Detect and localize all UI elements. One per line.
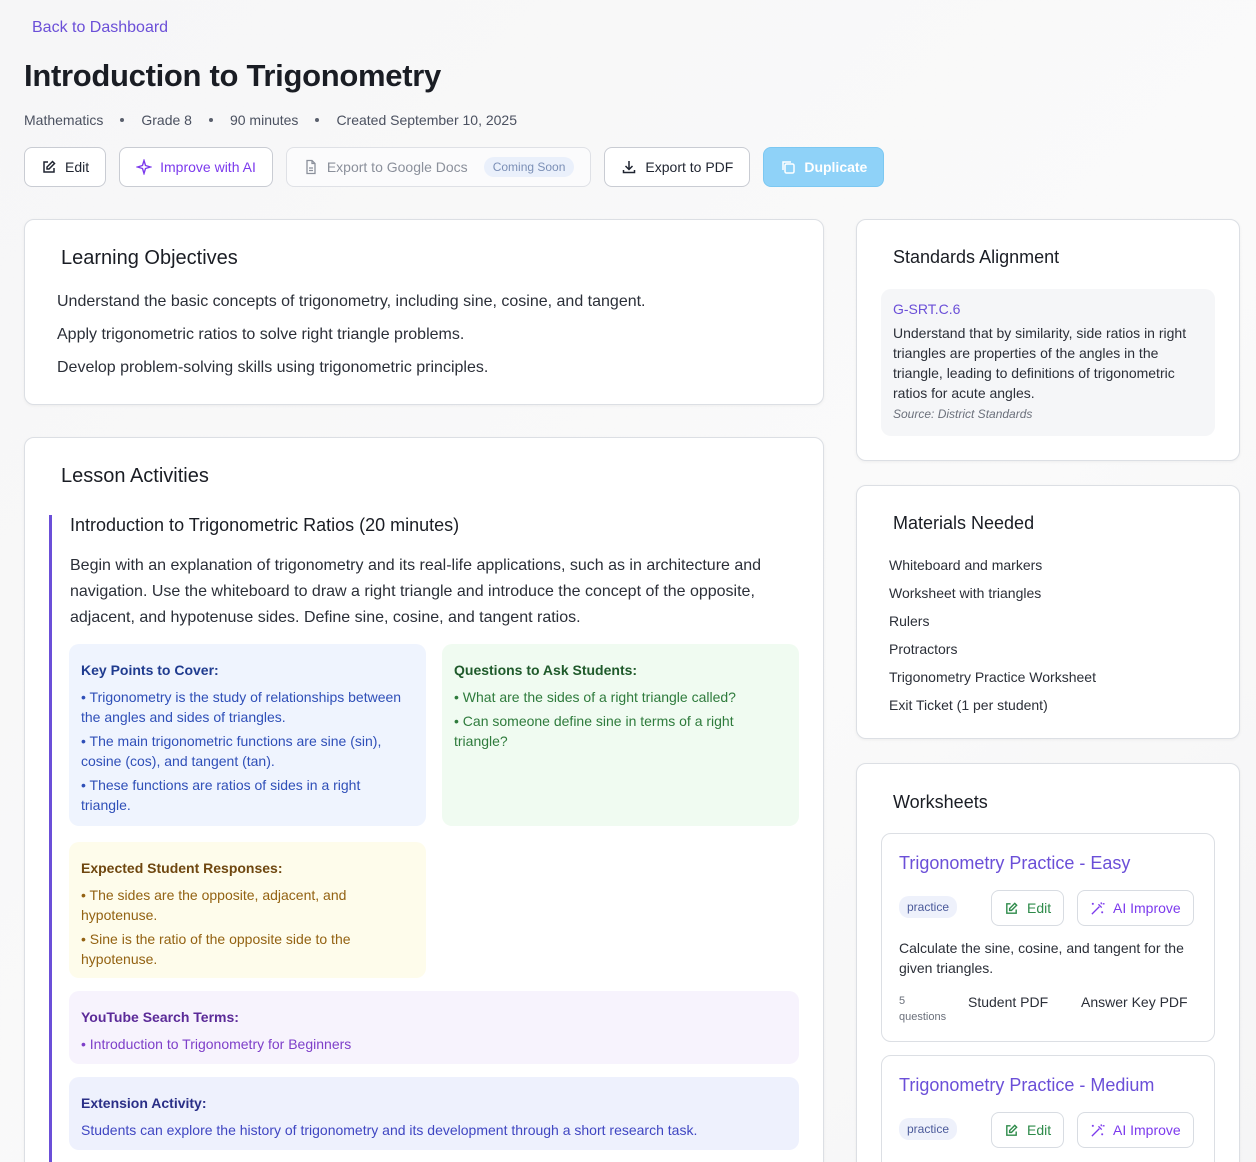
document-icon (306, 159, 316, 175)
worksheet-edit-label: Edit (1027, 1122, 1052, 1138)
material-item: Rulers (889, 613, 930, 629)
worksheet-tag: practice (899, 1118, 958, 1140)
duplicate-label: Duplicate (804, 159, 868, 175)
response-item: The sides are the opposite, adjacent, an… (81, 885, 414, 925)
youtube-search-title: YouTube Search Terms: (81, 1009, 239, 1025)
question-item: What are the sides of a right triangle c… (454, 687, 787, 707)
questions-box: Questions to Ask Students: What are the … (442, 644, 799, 826)
standards-alignment-title: Standards Alignment (893, 247, 1060, 267)
material-item: Protractors (889, 641, 958, 657)
worksheet-question-count: 5 questions (899, 993, 959, 1025)
key-point-item: These functions are ratios of sides in a… (81, 775, 414, 815)
objectives-list: Understand the basic concepts of trigono… (57, 292, 646, 391)
worksheets-card: Worksheets Trigonometry Practice - Easy … (856, 763, 1240, 1162)
extension-activity-box: Extension Activity: Students can explore… (69, 1077, 799, 1150)
key-point-item: Trigonometry is the study of relationshi… (81, 687, 414, 727)
material-item: Whiteboard and markers (889, 557, 1043, 573)
meta-subject: Mathematics (24, 112, 104, 128)
expected-responses-title: Expected Student Responses: (81, 860, 283, 876)
standard-code: G-SRT.C.6 (893, 301, 961, 317)
key-point-item: The main trigonometric functions are sin… (81, 731, 414, 771)
standard-source: Source: District Standards (893, 407, 1033, 421)
worksheet-item: Trigonometry Practice - Easy practice Ed… (881, 833, 1215, 1042)
edit-icon (1006, 1123, 1018, 1136)
material-item: Trigonometry Practice Worksheet (889, 669, 1096, 685)
objective-item: Understand the basic concepts of trigono… (57, 293, 646, 310)
export-google-docs-label: Export to Google Docs (326, 159, 468, 175)
coming-soon-badge: Coming Soon (483, 157, 575, 177)
edit-button-label: Edit (65, 159, 90, 175)
materials-needed-card: Materials Needed Whiteboard and markers … (856, 485, 1240, 739)
export-pdf-label: Export to PDF (645, 159, 734, 175)
material-item: Worksheet with triangles (889, 585, 1042, 601)
objective-item: Develop problem-solving skills using tri… (57, 359, 489, 376)
worksheet-ai-improve-button[interactable]: AI Improve (1077, 890, 1194, 926)
standard-text: Understand that by similarity, side rati… (893, 325, 1187, 401)
response-item: Sine is the ratio of the opposite side t… (81, 929, 414, 969)
lesson-activities-title: Lesson Activities (61, 465, 209, 487)
objective-item: Apply trigonometric ratios to solve righ… (57, 326, 465, 343)
worksheet-title[interactable]: Trigonometry Practice - Easy (899, 853, 1130, 874)
question-item: Can someone define sine in terms of a ri… (454, 711, 787, 751)
improve-with-ai-label: Improve with AI (160, 159, 256, 175)
meta-grade: Grade 8 (141, 112, 192, 128)
answer-key-pdf-button[interactable]: Answer Key PDF (1081, 994, 1188, 1010)
extension-activity-title: Extension Activity: (81, 1095, 207, 1111)
question-count-number: 5 (899, 995, 906, 1007)
edit-icon (1006, 901, 1018, 914)
learning-objectives-card: Learning Objectives Understand the basic… (24, 219, 824, 405)
meta-separator (208, 118, 213, 122)
standards-alignment-card: Standards Alignment G-SRT.C.6 Understand… (856, 219, 1240, 461)
worksheet-ai-improve-button[interactable]: AI Improve (1077, 1112, 1194, 1148)
edit-button[interactable]: Edit (24, 147, 107, 187)
magic-wand-icon (1091, 901, 1105, 915)
learning-objectives-title: Learning Objectives (61, 247, 238, 269)
meta-duration: 90 minutes (229, 112, 299, 128)
material-item: Exit Ticket (1 per student) (889, 697, 1048, 713)
worksheet-description: Calculate the sine, cosine, and tangent … (899, 940, 1184, 976)
worksheet-edit-label: Edit (1027, 900, 1052, 916)
copy-icon (782, 161, 796, 174)
magic-wand-icon (1091, 1123, 1105, 1137)
youtube-search-term[interactable]: Introduction to Trigonometry for Beginne… (81, 1034, 787, 1054)
export-pdf-button[interactable]: Export to PDF (604, 147, 751, 187)
export-google-docs-button[interactable]: Export to Google Docs Coming Soon (285, 147, 592, 187)
edit-icon (43, 160, 56, 173)
extension-activity-text: Students can explore the history of trig… (81, 1122, 698, 1138)
lesson-toolbar: Edit Improve with AI Export to Google Do… (24, 147, 885, 187)
materials-list: Whiteboard and markers Worksheet with tr… (889, 556, 1096, 724)
meta-created: Created September 10, 2025 (336, 112, 518, 128)
page-title: Introduction to Trigonometry (24, 58, 441, 93)
lesson-activities-card: Lesson Activities Introduction to Trigon… (24, 437, 824, 1162)
worksheet-title[interactable]: Trigonometry Practice - Medium (899, 1075, 1154, 1096)
expected-responses-box: Expected Student Responses: The sides ar… (69, 842, 426, 978)
activity-item: Introduction to Trigonometric Ratios (20… (49, 515, 799, 1162)
worksheet-ai-improve-label: AI Improve (1113, 1122, 1181, 1138)
worksheet-item: Trigonometry Practice - Medium practice … (881, 1055, 1215, 1162)
key-points-box: Key Points to Cover: Trigonometry is the… (69, 644, 426, 826)
meta-separator (315, 118, 320, 122)
meta-separator (120, 118, 125, 122)
lesson-meta: Mathematics Grade 8 90 minutes Created S… (24, 112, 517, 128)
worksheet-edit-button[interactable]: Edit (991, 890, 1065, 926)
worksheet-tag: practice (899, 896, 958, 918)
activity-description: Begin with an explanation of trigonometr… (70, 557, 762, 626)
worksheet-edit-button[interactable]: Edit (991, 1112, 1065, 1148)
youtube-search-box: YouTube Search Terms: Introduction to Tr… (69, 991, 799, 1064)
worksheet-ai-improve-label: AI Improve (1113, 900, 1181, 916)
improve-with-ai-button[interactable]: Improve with AI (119, 147, 273, 187)
back-to-dashboard-link[interactable]: Back to Dashboard (32, 19, 168, 37)
standard-item: G-SRT.C.6 Understand that by similarity,… (881, 289, 1215, 436)
questions-title: Questions to Ask Students: (454, 662, 638, 678)
duplicate-button[interactable]: Duplicate (763, 147, 885, 187)
activity-title: Introduction to Trigonometric Ratios (20… (70, 515, 460, 535)
question-count-unit: questions (899, 1011, 947, 1023)
worksheets-title: Worksheets (893, 792, 988, 812)
student-pdf-button[interactable]: Student PDF (968, 994, 1048, 1010)
sparkle-icon (136, 159, 153, 175)
key-points-title: Key Points to Cover: (81, 662, 219, 678)
materials-needed-title: Materials Needed (893, 513, 1035, 533)
download-icon (623, 161, 636, 174)
